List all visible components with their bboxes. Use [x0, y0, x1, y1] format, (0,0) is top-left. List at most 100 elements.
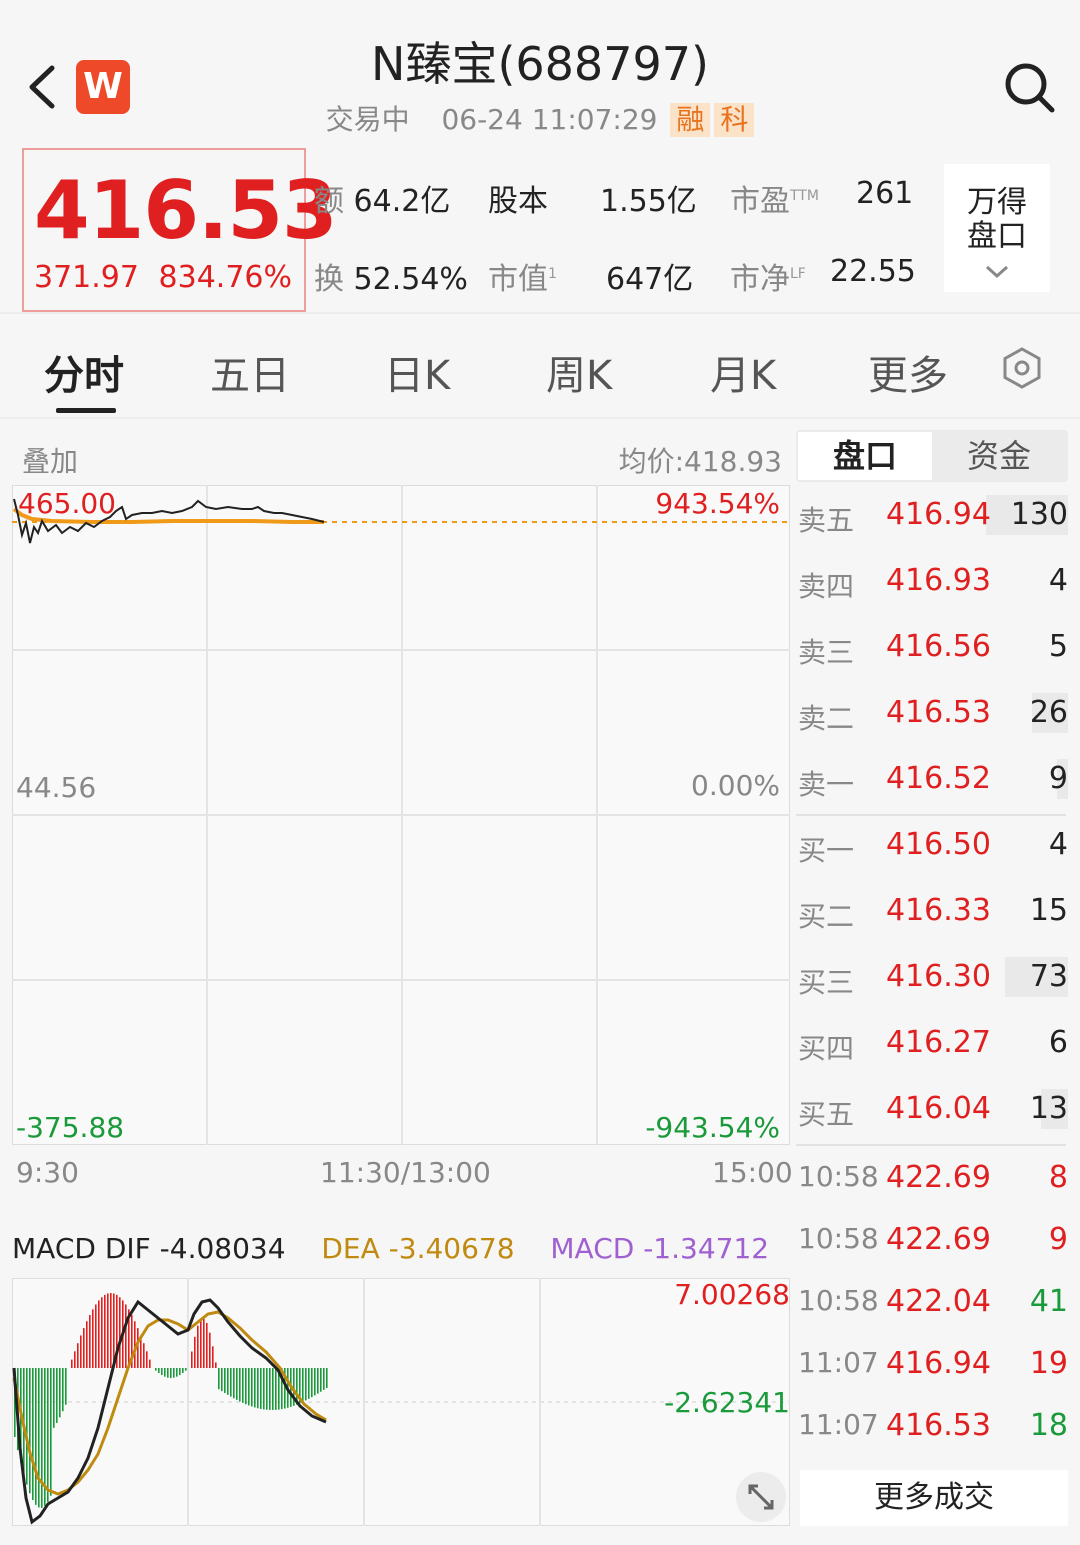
settings-hexagon-icon	[1003, 347, 1041, 389]
tab-capital-flow[interactable]: 资金	[932, 432, 1066, 480]
stat-mktcap-label: 市值1	[488, 262, 557, 297]
bid-row[interactable]: 买三 416.30 73	[796, 949, 1070, 1007]
pct-axis-mid: 0.00%	[691, 769, 780, 802]
period-tabs: 分时 五日 日K 周K 月K 更多	[0, 315, 1080, 415]
stat-turnover: 换 52.54%	[314, 262, 468, 297]
wande-label-line1: 万得	[967, 185, 1027, 220]
macd-bar	[170, 1368, 172, 1378]
intraday-chart[interactable]: 465.00 44.56 -375.88 943.54% 0.00% -943.…	[11, 484, 791, 1146]
macd-bar	[47, 1368, 49, 1502]
ask-row[interactable]: 卖四 416.93 4	[796, 553, 1070, 611]
macd-bar	[206, 1322, 208, 1368]
tab-intraday[interactable]: 分时	[44, 343, 124, 401]
macd-bar	[83, 1328, 85, 1368]
macd-legend[interactable]: MACD DIF -4.08034 DEA -3.40678 MACD -1.3…	[12, 1232, 769, 1265]
macd-bar	[104, 1294, 106, 1368]
expand-chart-button[interactable]	[736, 1472, 786, 1522]
ask-level-label: 卖一	[798, 768, 855, 801]
tab-daily-k[interactable]: 日K	[384, 343, 450, 401]
ask-level-label: 卖四	[798, 570, 855, 603]
macd-bar	[101, 1297, 103, 1368]
bid-price: 416.27	[886, 1025, 991, 1060]
bid-level-label: 买四	[798, 1032, 855, 1065]
pct-axis-top: 943.54%	[655, 487, 780, 520]
macd-axis-top: 7.00268	[674, 1278, 790, 1311]
macd-bar	[77, 1343, 79, 1368]
macd-bar	[311, 1368, 313, 1398]
macd-bar	[35, 1368, 37, 1505]
macd-bar	[245, 1368, 247, 1405]
trade-row: 11:07 416.94 19	[796, 1336, 1070, 1394]
ask-row[interactable]: 卖三 416.56 5	[796, 619, 1070, 677]
macd-chart[interactable]: 7.00268 -2.62341	[11, 1277, 791, 1527]
ask-row[interactable]: 卖一 416.52 9	[796, 751, 1070, 809]
tab-monthly-k[interactable]: 月K	[710, 343, 776, 401]
tab-more[interactable]: 更多	[868, 343, 948, 401]
ask-row[interactable]: 卖五 416.94 130	[796, 487, 1070, 545]
ask-row[interactable]: 卖二 416.53 26	[796, 685, 1070, 743]
trading-status: 交易中 06-24 11:07:29 融科	[0, 98, 1080, 138]
trade-price: 422.04	[886, 1284, 991, 1319]
more-trades-button[interactable]: 更多成交	[800, 1470, 1068, 1526]
ask-level-label: 卖五	[798, 504, 855, 537]
expand-arrows-icon	[748, 1484, 774, 1510]
trade-price: 416.94	[886, 1346, 991, 1381]
macd-bar	[257, 1368, 259, 1409]
trades-divider	[796, 1144, 1066, 1146]
bid-volume: 15	[1029, 893, 1068, 928]
ask-volume: 26	[1029, 695, 1068, 730]
overlay-button[interactable]: 叠加	[22, 440, 78, 480]
search-button[interactable]	[1002, 60, 1058, 116]
stat-capital-label: 股本	[488, 184, 548, 219]
trade-volume: 8	[1048, 1160, 1068, 1195]
ask-volume: 9	[1048, 761, 1068, 796]
bid-price: 416.04	[886, 1091, 991, 1126]
bid-row[interactable]: 买二 416.33 15	[796, 883, 1070, 941]
macd-bar	[173, 1368, 175, 1378]
macd-bar	[26, 1368, 28, 1485]
bid-row[interactable]: 买五 416.04 13	[796, 1081, 1070, 1139]
macd-bar	[203, 1318, 205, 1368]
macd-bar	[326, 1368, 328, 1388]
trade-price: 416.53	[886, 1408, 991, 1443]
tab-orderbook[interactable]: 盘口	[798, 432, 932, 480]
tab-five-day[interactable]: 五日	[210, 343, 290, 401]
macd-bar	[107, 1293, 109, 1368]
macd-bar	[41, 1368, 43, 1508]
trade-price: 422.69	[886, 1160, 991, 1195]
macd-bar	[125, 1304, 127, 1368]
macd-bar	[197, 1325, 199, 1368]
tab-weekly-k[interactable]: 周K	[546, 343, 612, 401]
macd-bar	[62, 1368, 64, 1412]
bid-volume: 6	[1048, 1025, 1068, 1060]
bid-row[interactable]: 买一 416.50 4	[796, 817, 1070, 875]
bid-row[interactable]: 买四 416.27 6	[796, 1015, 1070, 1073]
macd-bar	[272, 1368, 274, 1410]
macd-bar	[254, 1368, 256, 1408]
macd-bar	[167, 1368, 169, 1378]
macd-bar	[59, 1368, 61, 1418]
macd-bar	[224, 1368, 226, 1393]
macd-bar	[230, 1368, 232, 1397]
macd-bar	[86, 1321, 88, 1368]
ask-level-label: 卖三	[798, 636, 855, 669]
last-price: 416.53	[34, 164, 338, 257]
macd-bar	[146, 1351, 148, 1368]
macd-dif: MACD DIF -4.08034	[12, 1232, 286, 1265]
bid-level-label: 买一	[798, 834, 855, 867]
macd-bar	[305, 1368, 307, 1401]
macd-bar	[65, 1368, 67, 1405]
wande-orderbook-button[interactable]: 万得 盘口	[944, 164, 1050, 292]
macd-bar	[158, 1368, 160, 1373]
chart-settings-button[interactable]	[1000, 346, 1044, 390]
trade-price: 422.69	[886, 1222, 991, 1257]
stat-mktcap: 647亿	[606, 262, 694, 297]
average-price: 均价:418.93	[618, 445, 782, 478]
bid-volume: 4	[1048, 827, 1068, 862]
macd-bar	[155, 1368, 157, 1371]
bid-volume: 13	[1029, 1091, 1068, 1126]
macd-bar	[134, 1321, 136, 1368]
time-end: 15:00	[712, 1156, 793, 1189]
bid-level-label: 买五	[798, 1098, 855, 1131]
macd-bar	[89, 1314, 91, 1368]
